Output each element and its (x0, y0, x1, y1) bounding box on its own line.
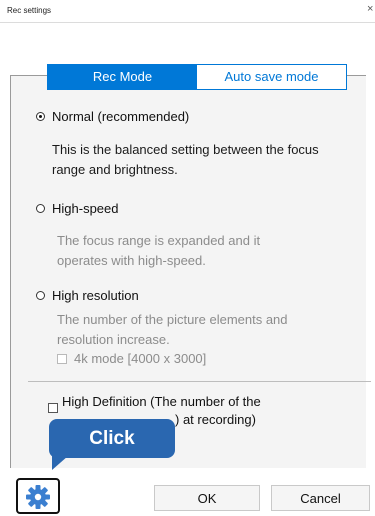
callout-tail (52, 456, 68, 470)
tab-rec-mode[interactable]: Rec Mode (48, 65, 197, 89)
description-line: The number of the picture elements and (57, 312, 288, 327)
description-line: This is the balanced setting between the… (52, 142, 319, 157)
description-line: operates with high-speed. (57, 253, 206, 268)
option-normal-description: This is the balanced setting between the… (52, 140, 352, 180)
option-high-speed-description: The focus range is expanded and it opera… (57, 231, 357, 271)
description-line: range and brightness. (52, 162, 178, 177)
title-bar: Rec settings × (0, 0, 375, 23)
option-high-resolution-label[interactable]: High resolution (52, 288, 139, 303)
settings-button[interactable] (16, 478, 60, 514)
radio-high-speed[interactable] (36, 204, 45, 213)
close-icon[interactable]: × (367, 3, 373, 15)
high-definition-label-line1[interactable]: High Definition (The number of the (62, 394, 261, 409)
click-callout: Click (49, 419, 175, 458)
high-definition-label-line2: ) at recording) (175, 412, 256, 427)
mode-tabs: Rec Mode Auto save mode (47, 64, 347, 90)
checkbox-4k-mode[interactable] (57, 354, 67, 364)
description-line: The focus range is expanded and it (57, 233, 261, 248)
window-title: Rec settings (7, 6, 52, 15)
gear-icon (26, 485, 50, 509)
checkbox-high-definition[interactable] (48, 403, 58, 413)
radio-high-resolution[interactable] (36, 291, 45, 300)
ok-button[interactable]: OK (154, 485, 260, 511)
tab-auto-save-mode[interactable]: Auto save mode (197, 65, 346, 89)
cancel-button[interactable]: Cancel (271, 485, 370, 511)
separator (28, 381, 371, 382)
description-line: resolution increase. (57, 332, 170, 347)
radio-normal[interactable] (36, 112, 45, 121)
option-high-resolution-description: The number of the picture elements and r… (57, 310, 357, 350)
checkbox-4k-mode-label[interactable]: 4k mode [4000 x 3000] (74, 351, 206, 366)
option-normal-label[interactable]: Normal (recommended) (52, 109, 189, 124)
option-high-speed-label[interactable]: High-speed (52, 201, 119, 216)
